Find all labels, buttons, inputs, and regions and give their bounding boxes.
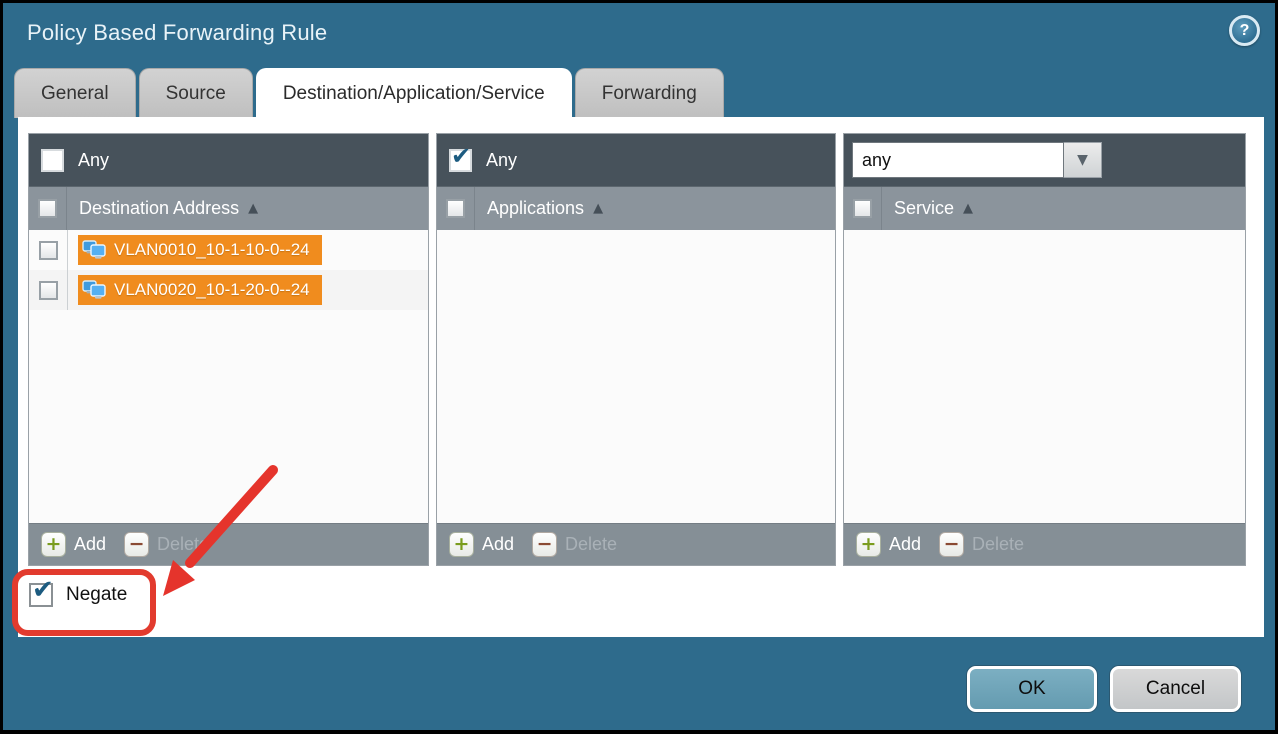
tab-source-label: Source (166, 83, 226, 105)
address-object-chip[interactable]: VLAN0020_10-1-20-0--24 (78, 275, 322, 305)
dialog-title: Policy Based Forwarding Rule (27, 20, 327, 46)
applications-list (437, 230, 835, 523)
service-list (844, 230, 1245, 523)
tab-destination-application-service[interactable]: Destination/Application/Service (256, 68, 572, 118)
address-group-icon (82, 279, 108, 301)
destination-address-list: VLAN0010_10-1-10-0--24 VLAN0020_10-1-20-… (29, 230, 428, 523)
cancel-button[interactable]: Cancel (1110, 666, 1241, 712)
applications-any-header: ✔ Any (437, 134, 835, 186)
destination-column-header: Destination Address ▲ (29, 186, 428, 230)
minus-icon: − (124, 532, 149, 557)
service-sort-header[interactable]: Service ▲ (894, 198, 973, 219)
destination-address-panel: Any Destination Address ▲ (28, 133, 429, 566)
tab-source[interactable]: Source (139, 68, 253, 118)
divider (881, 187, 882, 230)
add-button-label: Add (889, 534, 921, 555)
address-object-label: VLAN0010_10-1-10-0--24 (114, 240, 310, 260)
destination-sort-header[interactable]: Destination Address ▲ (79, 198, 258, 219)
address-group-icon (82, 239, 108, 261)
service-select-all-checkbox[interactable] (853, 199, 872, 218)
delete-button-label: Delete (157, 534, 209, 555)
dropdown-arrow-button[interactable]: ▼ (1064, 142, 1102, 178)
row-checkbox-cell (29, 230, 68, 270)
delete-button-label: Delete (565, 534, 617, 555)
sort-ascending-icon: ▲ (593, 201, 603, 216)
row-checkbox-cell (29, 270, 68, 310)
plus-icon: + (41, 532, 66, 557)
ok-button[interactable]: OK (967, 666, 1097, 712)
plus-icon: + (449, 532, 474, 557)
applications-toolbar: + Add − Delete (437, 523, 835, 565)
cancel-button-label: Cancel (1146, 678, 1205, 700)
applications-any-label: Any (486, 150, 517, 171)
applications-delete-button[interactable]: − Delete (532, 532, 617, 557)
applications-select-all-checkbox[interactable] (446, 199, 465, 218)
row-checkbox[interactable] (39, 281, 58, 300)
table-row[interactable]: VLAN0020_10-1-20-0--24 (29, 270, 428, 310)
table-row[interactable]: VLAN0010_10-1-10-0--24 (29, 230, 428, 270)
add-button-label: Add (74, 534, 106, 555)
tab-general[interactable]: General (14, 68, 136, 118)
ok-button-label: OK (1018, 678, 1045, 700)
service-dropdown-header: any ▼ (844, 134, 1245, 186)
policy-based-forwarding-dialog: Policy Based Forwarding Rule ? General S… (3, 3, 1275, 730)
checkmark-icon: ✔ (32, 575, 54, 605)
divider (474, 187, 475, 230)
applications-column-header: Applications ▲ (437, 186, 835, 230)
row-checkbox[interactable] (39, 241, 58, 260)
tab-general-label: General (41, 83, 109, 105)
tab-forwarding[interactable]: Forwarding (575, 68, 724, 118)
address-object-label: VLAN0020_10-1-20-0--24 (114, 280, 310, 300)
address-object-chip[interactable]: VLAN0010_10-1-10-0--24 (78, 235, 322, 265)
service-dropdown[interactable]: any ▼ (852, 142, 1102, 178)
destination-select-all-checkbox[interactable] (38, 199, 57, 218)
service-delete-button[interactable]: − Delete (939, 532, 1024, 557)
service-column-header: Service ▲ (844, 186, 1245, 230)
add-button-label: Add (482, 534, 514, 555)
applications-add-button[interactable]: + Add (449, 532, 514, 557)
service-panel: any ▼ Service ▲ + Add − Delete (843, 133, 1246, 566)
service-column-header-label: Service (894, 198, 954, 219)
applications-panel: ✔ Any Applications ▲ + Add − Delete (436, 133, 836, 566)
plus-icon: + (856, 532, 881, 557)
minus-icon: − (532, 532, 557, 557)
destination-delete-button[interactable]: − Delete (124, 532, 209, 557)
applications-column-header-label: Applications (487, 198, 584, 219)
checkmark-icon: ✔ (451, 142, 471, 170)
sort-ascending-icon: ▲ (963, 201, 973, 216)
tab-destination-application-service-label: Destination/Application/Service (283, 83, 545, 105)
destination-any-label: Any (78, 150, 109, 171)
service-toolbar: + Add − Delete (844, 523, 1245, 565)
tab-bar: General Source Destination/Application/S… (14, 68, 724, 118)
tab-forwarding-label: Forwarding (602, 83, 697, 105)
negate-control[interactable]: ✔ Negate (29, 583, 127, 607)
service-dropdown-value[interactable]: any (852, 142, 1064, 178)
negate-checkbox[interactable]: ✔ (29, 583, 53, 607)
help-icon[interactable]: ? (1229, 15, 1260, 46)
destination-toolbar: + Add − Delete (29, 523, 428, 565)
minus-icon: − (939, 532, 964, 557)
delete-button-label: Delete (972, 534, 1024, 555)
sort-ascending-icon: ▲ (248, 201, 258, 216)
destination-any-checkbox[interactable] (41, 149, 64, 172)
divider (66, 187, 67, 230)
service-add-button[interactable]: + Add (856, 532, 921, 557)
applications-sort-header[interactable]: Applications ▲ (487, 198, 603, 219)
chevron-down-icon: ▼ (1077, 152, 1088, 168)
applications-any-checkbox[interactable]: ✔ (449, 149, 472, 172)
negate-label: Negate (66, 584, 127, 606)
destination-add-button[interactable]: + Add (41, 532, 106, 557)
destination-any-header: Any (29, 134, 428, 186)
destination-column-header-label: Destination Address (79, 198, 239, 219)
